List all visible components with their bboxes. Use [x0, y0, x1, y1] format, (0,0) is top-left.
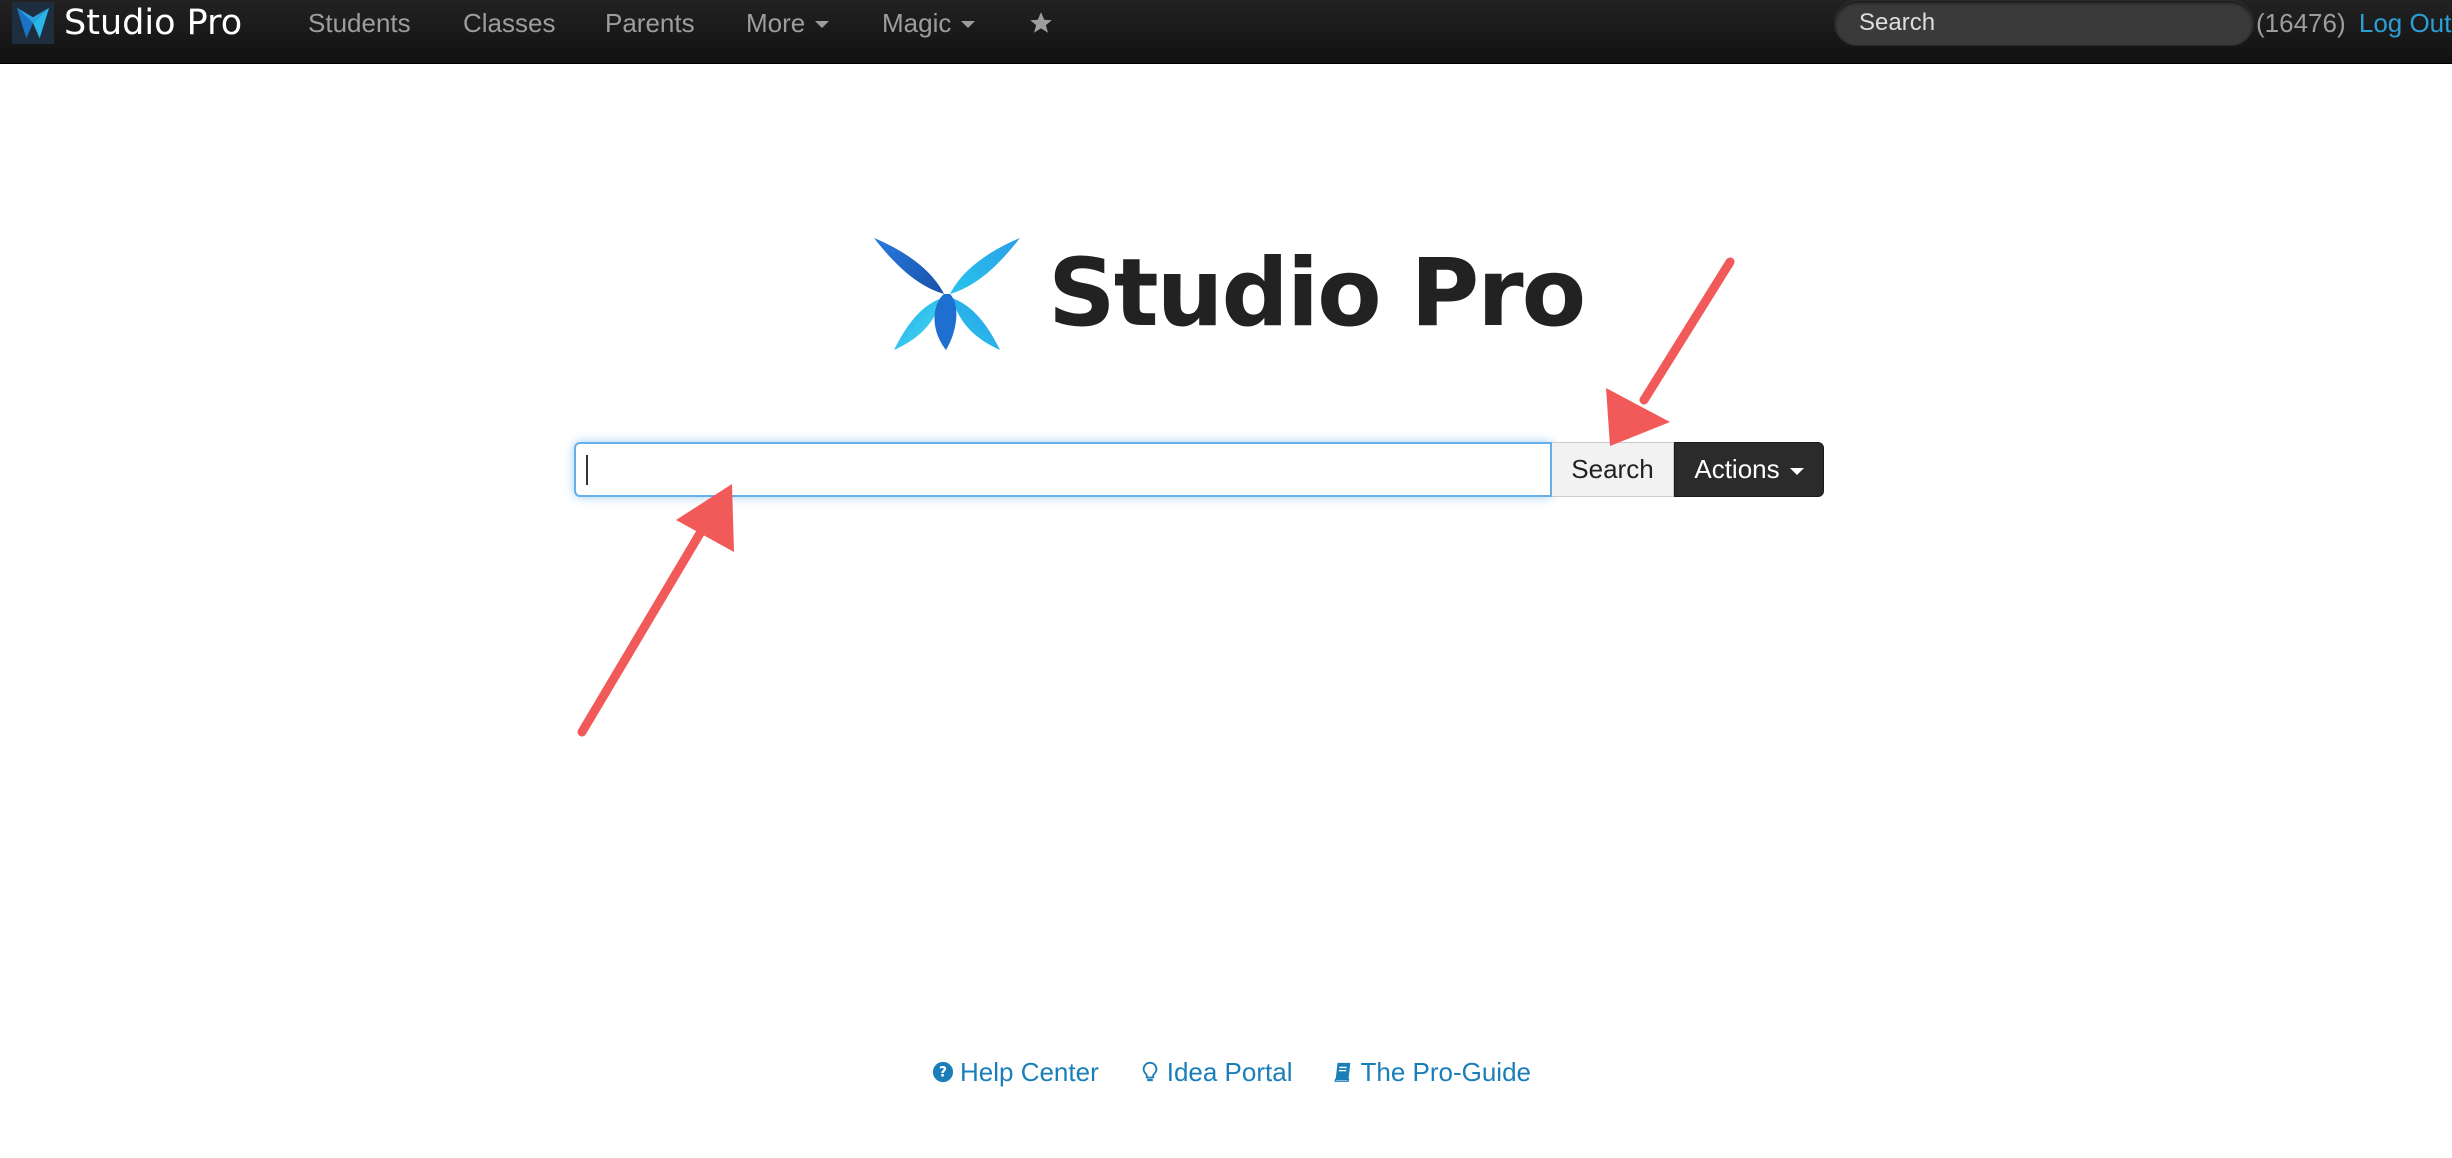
- nav-classes-label: Classes: [463, 8, 556, 38]
- question-circle-icon: ?: [932, 1061, 954, 1083]
- svg-text:?: ?: [939, 1065, 947, 1081]
- nav-more-label: More: [746, 8, 806, 38]
- search-button[interactable]: Search: [1552, 442, 1674, 497]
- actions-label: Actions: [1694, 454, 1780, 484]
- caret-down-icon: [1789, 467, 1804, 475]
- idea-portal-link[interactable]: Idea Portal: [1139, 1052, 1293, 1092]
- main-title: Studio Pro: [1048, 239, 1586, 348]
- arrow-to-search-button: [1606, 257, 1735, 446]
- brand-name: Studio Pro: [64, 3, 243, 43]
- caret-down-icon: [815, 21, 830, 28]
- text-cursor: [586, 455, 588, 485]
- book-icon: [1334, 1062, 1351, 1082]
- logout-link[interactable]: Log Out: [2359, 8, 2452, 38]
- lightbulb-icon: [1142, 1061, 1158, 1082]
- main-search-input[interactable]: [574, 442, 1552, 497]
- pro-guide-label: The Pro-Guide: [1360, 1056, 1532, 1087]
- main-search-group: Search Actions: [574, 442, 1824, 497]
- pro-guide-link[interactable]: The Pro-Guide: [1332, 1052, 1531, 1092]
- nav-classes[interactable]: Classes: [463, 0, 555, 46]
- arrow-to-search-input: [577, 484, 734, 737]
- caret-down-icon: [961, 21, 976, 28]
- idea-portal-label: Idea Portal: [1166, 1056, 1293, 1087]
- nav-parents[interactable]: Parents: [605, 0, 695, 46]
- navbar-search-input[interactable]: [1834, 0, 2254, 46]
- nav-more-dropdown[interactable]: More: [746, 0, 830, 46]
- brand-link[interactable]: Studio Pro: [12, 0, 242, 46]
- annotation-arrows: [577, 257, 1735, 737]
- nav-students[interactable]: Students: [308, 0, 411, 46]
- main-logo: Studio Pro: [872, 232, 1586, 356]
- brand-logo-icon: [12, 2, 54, 44]
- footer-links: ? Help Center Idea Portal The Pro-Guide: [932, 1052, 1531, 1092]
- user-count: (16476): [2256, 8, 2346, 38]
- nav-students-label: Students: [308, 8, 411, 38]
- actions-dropdown-button[interactable]: Actions: [1674, 442, 1824, 497]
- nav-parents-label: Parents: [605, 8, 695, 38]
- nav-magic-dropdown[interactable]: Magic: [882, 0, 976, 46]
- top-navbar: Studio Pro Students Classes Parents More…: [0, 0, 2452, 64]
- user-area: (16476) Log Out: [2256, 0, 2451, 46]
- help-center-link[interactable]: ? Help Center: [932, 1052, 1099, 1092]
- favorites-star-icon[interactable]: [1028, 0, 1054, 46]
- nav-magic-label: Magic: [882, 8, 952, 38]
- studio-pro-logo-icon: [874, 238, 1020, 350]
- help-center-label: Help Center: [960, 1056, 1099, 1087]
